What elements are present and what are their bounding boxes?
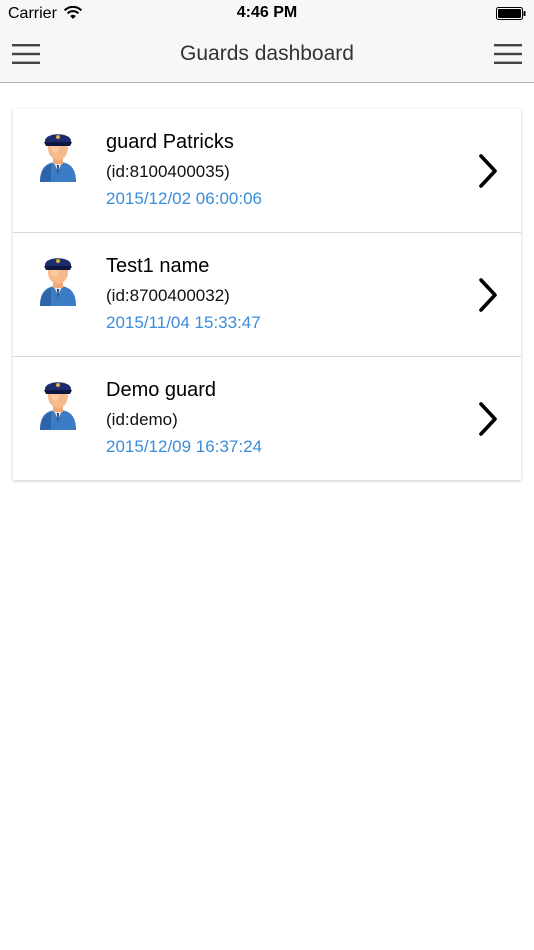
battery-icon (496, 7, 526, 20)
guard-avatar-icon (40, 134, 76, 182)
page-title: Guards dashboard (180, 42, 354, 65)
right-menu-button[interactable] (494, 42, 522, 66)
navigation-bar: Guards dashboard (0, 28, 534, 83)
guard-name: Test1 name (106, 255, 210, 277)
status-bar: Carrier 4:46 PM (0, 0, 534, 28)
guard-timestamp: 2015/12/02 06:00:06 (106, 189, 262, 208)
chevron-right-icon (479, 278, 497, 312)
status-time: 4:46 PM (236, 4, 298, 21)
guard-avatar-icon (40, 258, 76, 306)
guard-list: guard Patricks (id:8100400035) 2015/12/0… (13, 109, 521, 480)
guard-id: (id:8700400032) (106, 286, 230, 305)
guard-timestamp: 2015/12/09 16:37:24 (106, 437, 262, 456)
guard-list-item[interactable]: Test1 name (id:8700400032) 2015/11/04 15… (13, 233, 521, 357)
guard-id: (id:demo) (106, 410, 178, 429)
guard-list-item[interactable]: guard Patricks (id:8100400035) 2015/12/0… (13, 109, 521, 233)
hamburger-menu-icon (494, 44, 522, 64)
guard-list-item[interactable]: Demo guard (id:demo) 2015/12/09 16:37:24 (13, 357, 521, 480)
chevron-right-icon (479, 402, 497, 436)
guard-avatar-icon (40, 382, 76, 430)
guard-timestamp: 2015/11/04 15:33:47 (106, 313, 261, 332)
guard-id: (id:8100400035) (106, 162, 230, 181)
guard-name: Demo guard (106, 379, 217, 401)
app-screen: Carrier 4:46 PM Guards dashboard guard P… (0, 0, 534, 950)
guard-name: guard Patricks (106, 131, 234, 153)
chevron-right-icon (479, 154, 497, 188)
